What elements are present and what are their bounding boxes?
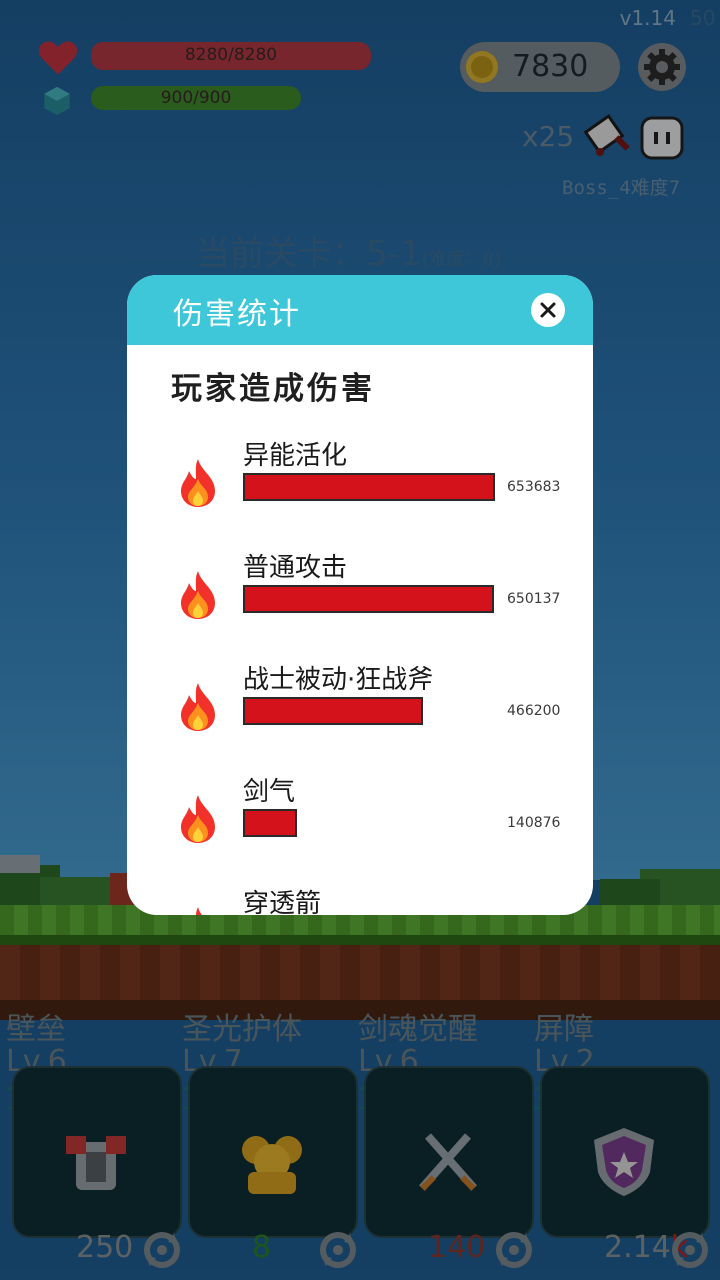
damage-bar: [243, 809, 297, 837]
damage-stats-dialog: 伤害统计 玩家造成伤害 异能活化 653683 普通攻击 650137 战士被动·狂战斧…: [127, 275, 593, 915]
damage-row: 异能活化 653683: [127, 435, 593, 547]
damage-row: 穿透箭: [127, 883, 593, 915]
flame-icon: [181, 571, 215, 619]
close-button[interactable]: [531, 293, 565, 327]
close-icon: [540, 302, 556, 318]
damage-value: 140876: [507, 815, 561, 831]
damage-source-name: 异能活化: [243, 441, 348, 471]
flame-icon: [181, 795, 215, 843]
damage-source-name: 战士被动·狂战斧: [243, 665, 434, 695]
flame-icon: [181, 459, 215, 507]
section-title: 玩家造成伤害: [171, 371, 375, 407]
damage-row: 剑气 140876: [127, 771, 593, 883]
damage-source-name: 穿透箭: [243, 889, 322, 915]
damage-source-name: 普通攻击: [243, 553, 348, 583]
damage-source-name: 剑气: [243, 777, 296, 807]
damage-bar: [243, 473, 495, 501]
dialog-title: 伤害统计: [173, 297, 301, 332]
damage-value: 653683: [507, 479, 561, 495]
damage-value: 466200: [507, 703, 561, 719]
flame-icon: [181, 683, 215, 731]
damage-value: 650137: [507, 591, 561, 607]
damage-row: 普通攻击 650137: [127, 547, 593, 659]
damage-bar: [243, 697, 423, 725]
damage-bar: [243, 585, 494, 613]
flame-icon: [195, 907, 202, 915]
damage-row: 战士被动·狂战斧 466200: [127, 659, 593, 771]
